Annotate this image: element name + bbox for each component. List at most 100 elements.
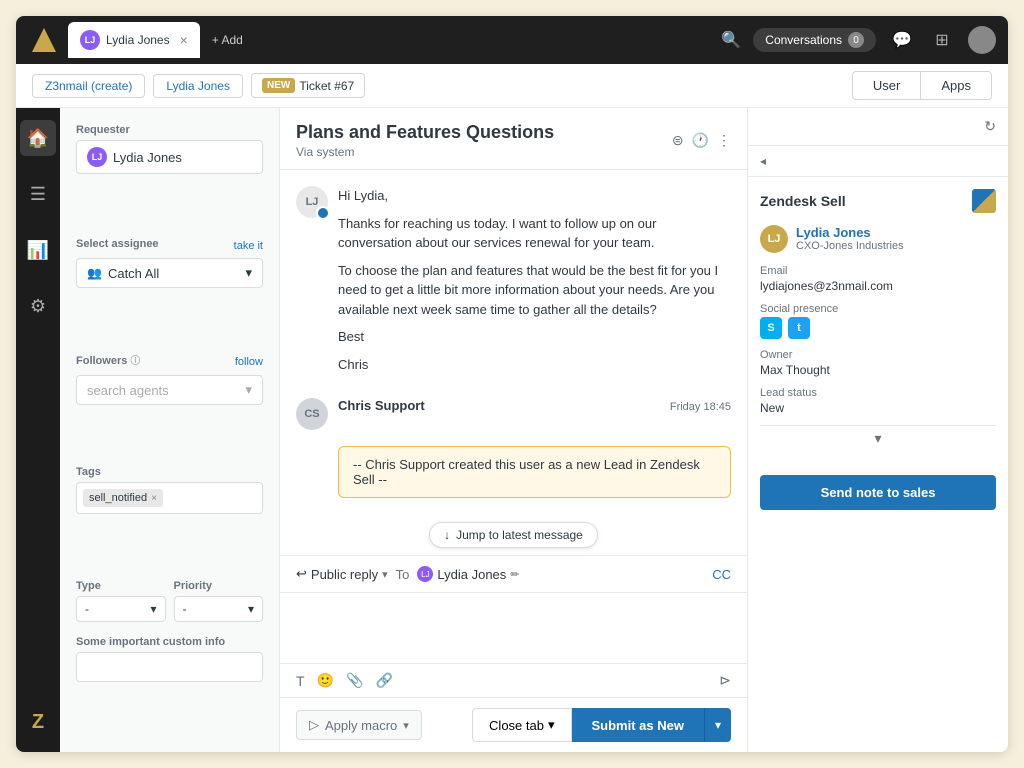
ticket-subtitle: Via system (296, 145, 554, 159)
collapse-button[interactable]: ◂ (748, 146, 1008, 177)
cc-button[interactable]: CC (712, 567, 731, 582)
macro-chevron: ▾ (403, 719, 409, 732)
followers-label: Followers ⓘ (76, 352, 140, 367)
more-reply-icon[interactable]: ⊳ (719, 672, 731, 689)
to-recipient: LJ Lydia Jones ✏ (417, 566, 519, 582)
priority-dropdown[interactable]: - ▾ (174, 596, 264, 622)
collapse-icon: ◂ (760, 154, 766, 168)
apps-button[interactable]: Apps (920, 71, 992, 100)
macro-icon: ▷ (309, 717, 319, 733)
grid-icon[interactable]: ⊞ (928, 26, 956, 54)
email-value: lydiajones@z3nmail.com (760, 279, 996, 293)
people-icon: 👥 (87, 266, 102, 280)
contact-info: Lydia Jones CXO-Jones Industries (796, 225, 996, 252)
logo (28, 24, 60, 56)
jump-to-latest: ↓ Jump to latest message (296, 522, 731, 548)
conversations-count: 0 (848, 32, 864, 48)
requester-avatar: LJ (87, 147, 107, 167)
analytics-icon[interactable]: 📊 (20, 232, 56, 268)
top-nav: LJ Lydia Jones × + Add 🔍 Conversations 0… (16, 16, 1008, 64)
take-it-link[interactable]: take it (234, 240, 263, 252)
priority-label: Priority (174, 580, 264, 592)
refresh-icon[interactable]: ↻ (984, 118, 996, 135)
requester-input[interactable]: LJ Lydia Jones (76, 140, 263, 174)
sell-title: Zendesk Sell (760, 193, 846, 209)
user-button[interactable]: User (852, 71, 920, 100)
tab-close-icon[interactable]: × (180, 32, 188, 48)
left-panel: Requester LJ Lydia Jones Select assignee… (60, 108, 280, 752)
tab-area: LJ Lydia Jones × + Add (68, 22, 713, 58)
priority-field: Priority - ▾ (174, 580, 264, 622)
tag-item: sell_notified × (83, 489, 163, 507)
email-label: Email (760, 265, 996, 277)
tags-label: Tags (76, 466, 263, 478)
history-icon[interactable]: 🕐 (692, 132, 709, 149)
skype-icon[interactable]: S (760, 317, 782, 339)
owner-field: Owner Max Thought (760, 349, 996, 377)
nav-right: 🔍 Conversations 0 💬 ⊞ (721, 26, 996, 54)
filter-icon[interactable]: ⊜ (672, 132, 684, 149)
tab-name: Lydia Jones (106, 33, 170, 47)
tag-remove-icon[interactable]: × (151, 493, 157, 504)
search-agents-input[interactable]: search agents ▾ (76, 375, 263, 405)
support-avatar: CS (296, 398, 328, 430)
bottom-bar: ▷ Apply macro ▾ Close tab ▾ Submit as Ne… (280, 697, 747, 752)
message-text: Hi Lydia, Thanks for reaching us today. … (338, 186, 731, 374)
submit-dropdown-button[interactable]: ▾ (704, 708, 731, 742)
edit-recipient-icon[interactable]: ✏ (510, 568, 519, 581)
contact-row: LJ Lydia Jones CXO-Jones Industries (760, 225, 996, 253)
expand-button[interactable]: ▾ (760, 425, 996, 451)
type-dropdown[interactable]: - ▾ (76, 596, 166, 622)
add-tab-button[interactable]: + Add (204, 29, 251, 51)
apply-macro-button[interactable]: ▷ Apply macro ▾ (296, 710, 422, 740)
twitter-icon[interactable]: t (788, 317, 810, 339)
lead-status-label: Lead status (760, 387, 996, 399)
custom-field: Some important custom info (76, 636, 263, 736)
sell-section: Zendesk Sell LJ Lydia Jones CXO-Jones In… (748, 177, 1008, 463)
chat-icon[interactable]: 💬 (888, 26, 916, 54)
lydia-jones-tab[interactable]: Lydia Jones (153, 74, 243, 98)
settings-icon[interactable]: ⚙ (20, 288, 56, 324)
requester-label: Requester (76, 124, 263, 136)
system-msg-sender: Chris Support (338, 398, 425, 413)
chevron-down-icon: ▾ (245, 382, 252, 398)
chevron-down-icon: ▾ (150, 602, 156, 616)
tags-container[interactable]: sell_notified × (76, 482, 263, 514)
z3nmail-tab[interactable]: Z3nmail (create) (32, 74, 145, 98)
close-tab-button[interactable]: Close tab ▾ (472, 708, 571, 742)
tags-field: Tags sell_notified × (76, 466, 263, 566)
follow-link[interactable]: follow (235, 356, 263, 368)
arrow-down-icon: ↓ (444, 528, 450, 542)
custom-text-input[interactable] (76, 652, 263, 682)
conversations-button[interactable]: Conversations 0 (753, 28, 876, 52)
avatar-badge (316, 206, 330, 220)
reply-compose[interactable] (280, 593, 747, 663)
breadcrumb-bar: Z3nmail (create) Lydia Jones NEW Ticket … (16, 64, 1008, 108)
search-icon[interactable]: 🔍 (721, 30, 741, 50)
contact-name[interactable]: Lydia Jones (796, 225, 996, 240)
assignee-dropdown[interactable]: 👥 Catch All ▾ (76, 258, 263, 288)
system-message-row: CS Chris Support Friday 18:45 (296, 398, 731, 430)
jump-to-latest-button[interactable]: ↓ Jump to latest message (429, 522, 598, 548)
main-panel: Plans and Features Questions Via system … (280, 108, 748, 752)
emoji-icon[interactable]: 🙂 (317, 672, 334, 689)
conversation-body: LJ Hi Lydia, Thanks for reaching us toda… (280, 170, 747, 555)
inbox-icon[interactable]: ☰ (20, 176, 56, 212)
home-icon[interactable]: 🏠 (20, 120, 56, 156)
submit-button[interactable]: Submit as New (572, 708, 704, 742)
followers-field: Followers ⓘ follow search agents ▾ (76, 352, 263, 452)
active-tab[interactable]: LJ Lydia Jones × (68, 22, 200, 58)
requester-field: Requester LJ Lydia Jones (76, 124, 263, 224)
assignee-field: Select assignee take it 👥 Catch All ▾ (76, 238, 263, 338)
user-avatar[interactable] (968, 26, 996, 54)
left-side-nav: 🏠 ☰ 📊 ⚙ Z (16, 108, 60, 752)
link-icon[interactable]: 🔗 (375, 672, 392, 689)
more-options-icon[interactable]: ⋮ (717, 132, 731, 149)
text-format-icon[interactable]: T (296, 673, 305, 689)
send-note-button[interactable]: Send note to sales (760, 475, 996, 510)
attach-icon[interactable]: 📎 (346, 672, 363, 689)
social-label: Social presence (760, 303, 996, 315)
reply-type-button[interactable]: ↩ Public reply ▾ (296, 566, 388, 582)
system-msg-time: Friday 18:45 (670, 401, 731, 413)
ticket-tab[interactable]: NEW Ticket #67 (251, 73, 365, 98)
